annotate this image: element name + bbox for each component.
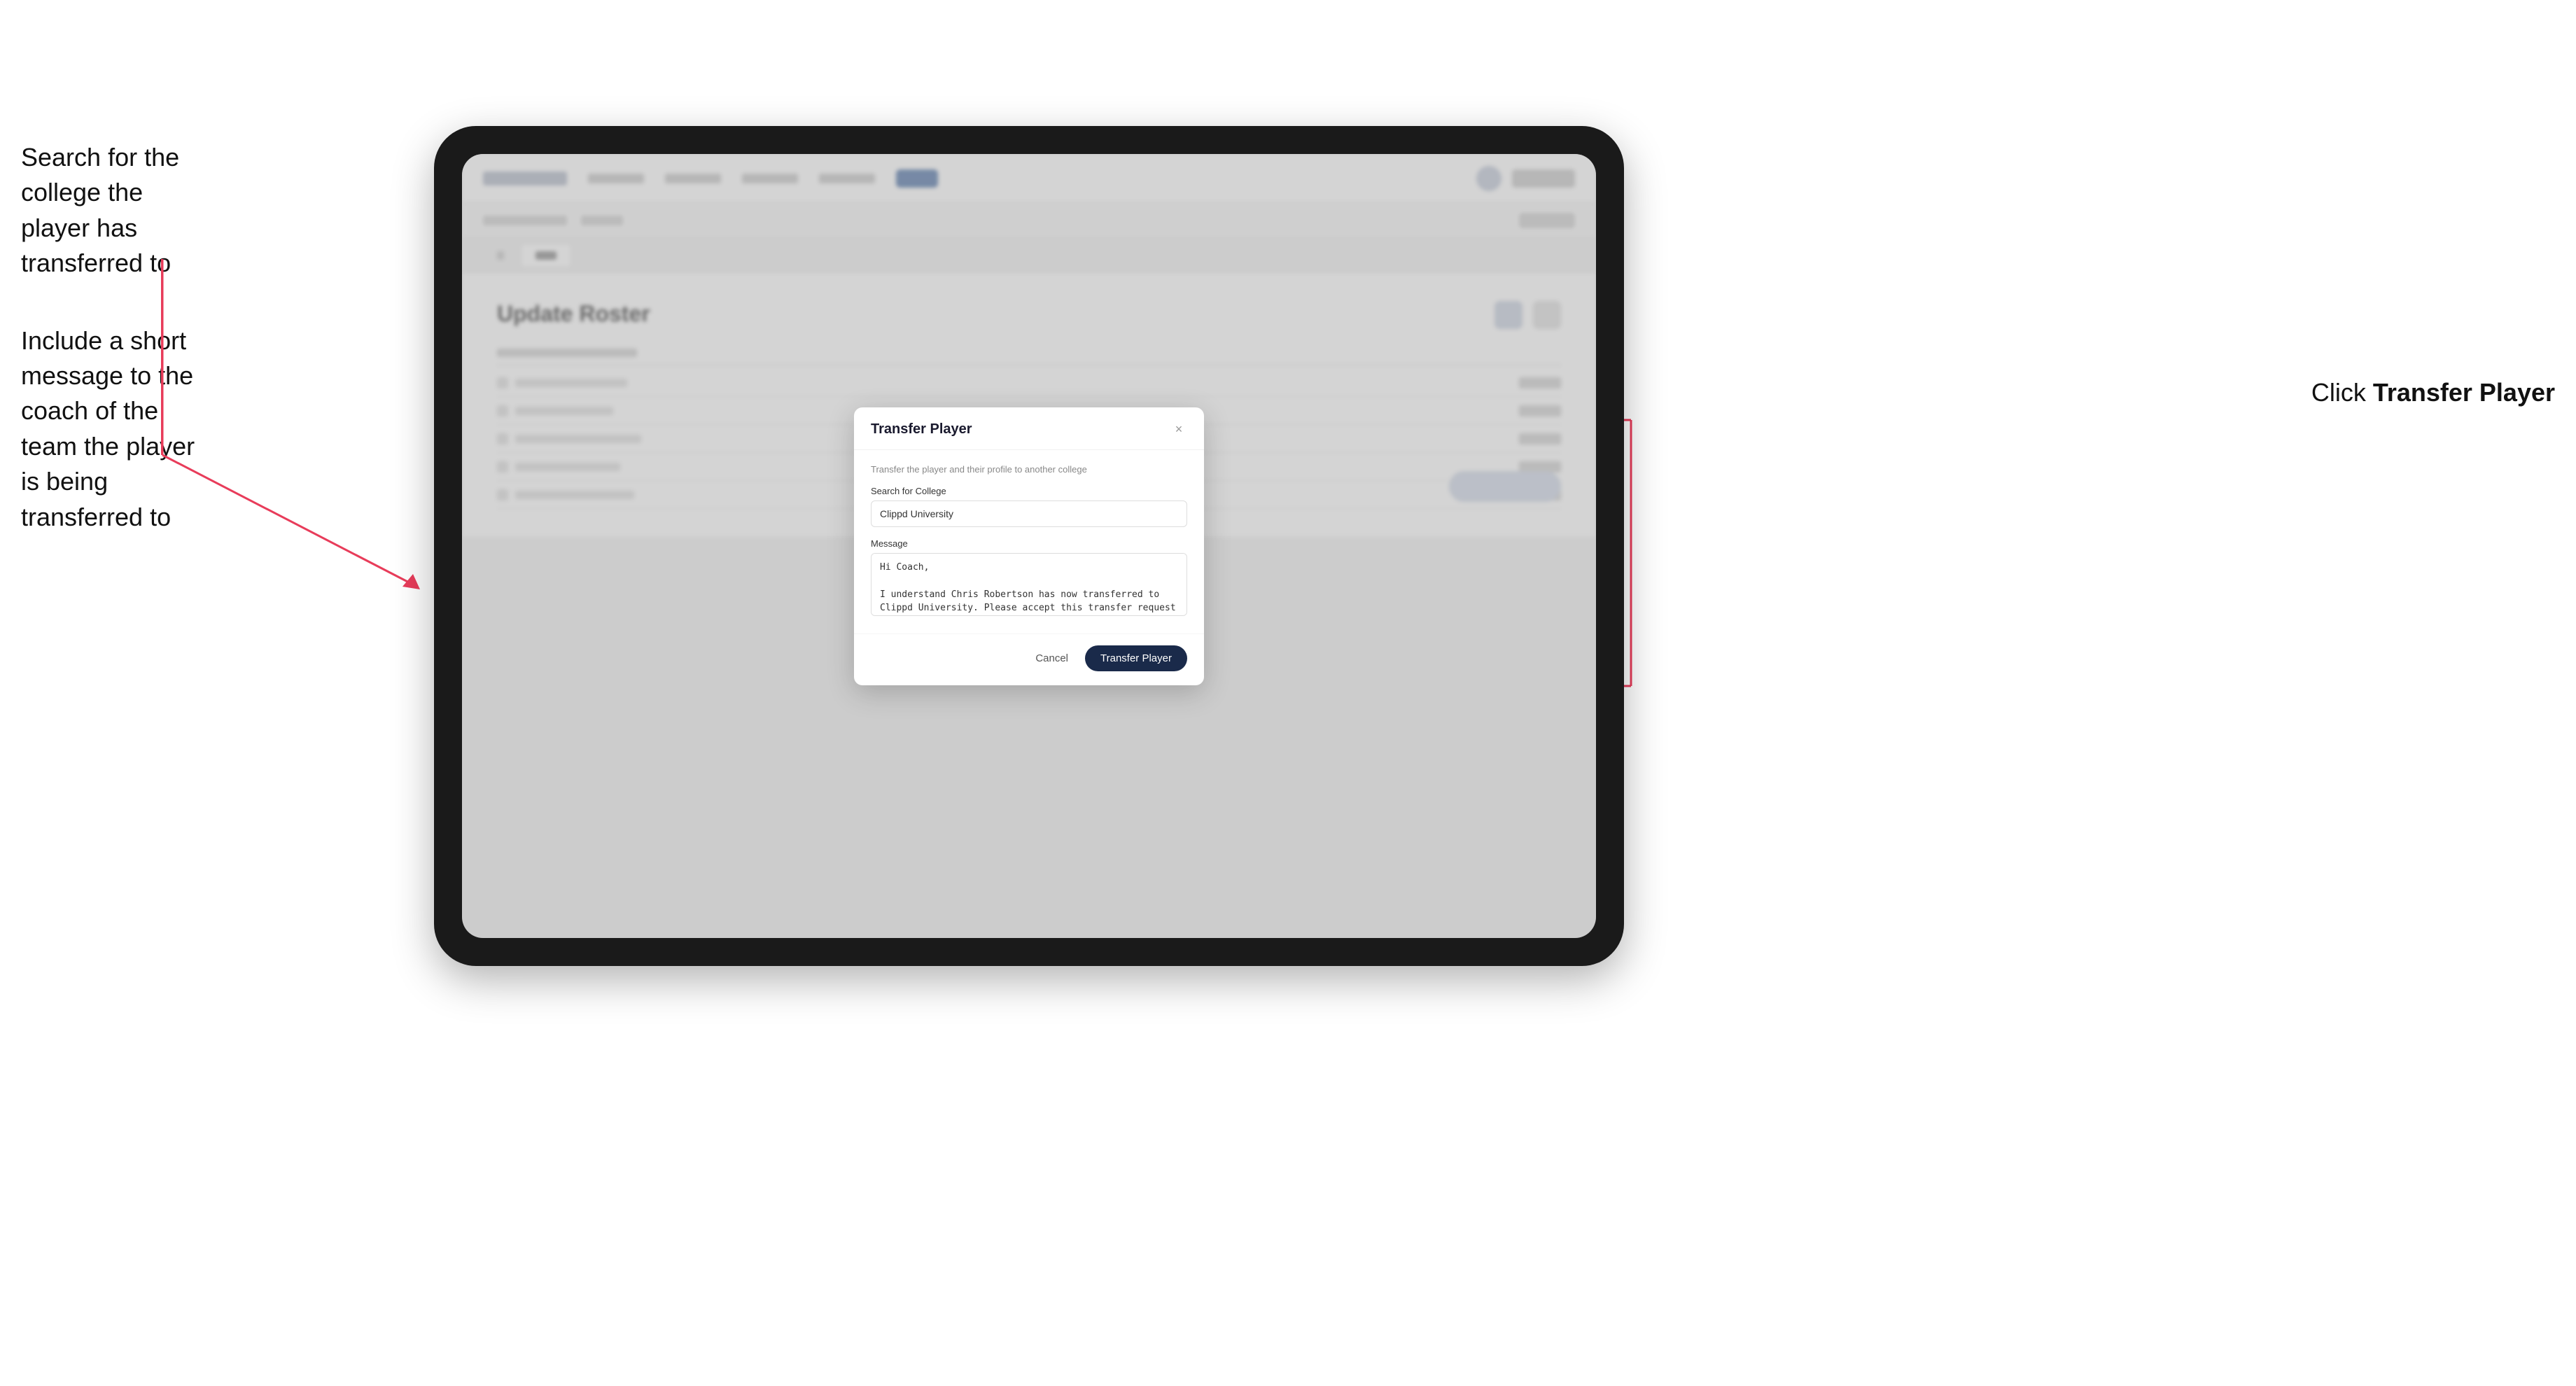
left-bracket-line [161, 259, 162, 455]
annotation-message-text: Include a short message to the coach of … [21, 323, 217, 535]
modal-body: Transfer the player and their profile to… [854, 450, 1204, 634]
annotation-transfer-bold: Transfer Player [2373, 378, 2555, 407]
modal-header: Transfer Player × [854, 407, 1204, 450]
annotation-right-container: Click Transfer Player [2311, 378, 2555, 407]
modal-footer: Cancel Transfer Player [854, 634, 1204, 685]
modal-close-button[interactable]: × [1170, 421, 1187, 438]
annotation-click-text: Click [2311, 378, 2373, 407]
annotation-left-container: Search for the college the player has tr… [21, 140, 217, 577]
transfer-player-modal: Transfer Player × Transfer the player an… [854, 407, 1204, 685]
message-textarea[interactable]: Hi Coach, I understand Chris Robertson h… [871, 553, 1187, 616]
tablet-screen: Update Roster [462, 154, 1596, 938]
search-college-label: Search for College [871, 486, 1187, 496]
message-label: Message [871, 538, 1187, 549]
cancel-button[interactable]: Cancel [1027, 647, 1077, 670]
modal-overlay: Transfer Player × Transfer the player an… [462, 154, 1596, 938]
modal-description: Transfer the player and their profile to… [871, 464, 1187, 475]
tablet-device: Update Roster [434, 126, 1624, 966]
transfer-player-button[interactable]: Transfer Player [1085, 645, 1187, 671]
modal-title: Transfer Player [871, 421, 972, 438]
annotation-search-text: Search for the college the player has tr… [21, 140, 217, 281]
search-college-input[interactable] [871, 500, 1187, 527]
